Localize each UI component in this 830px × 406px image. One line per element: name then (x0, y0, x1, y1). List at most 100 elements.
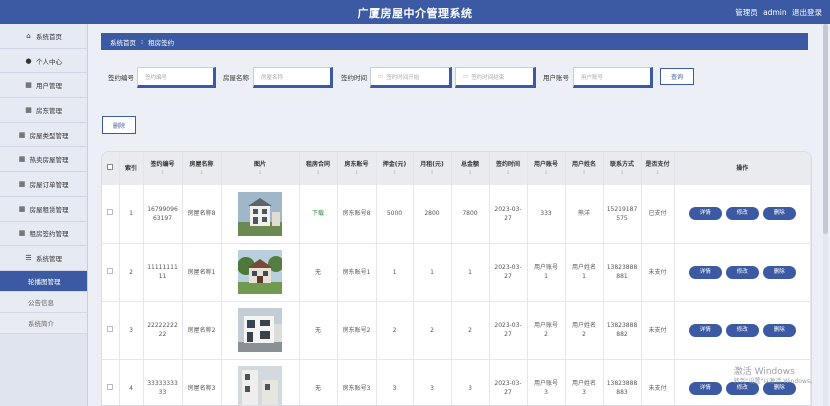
row-checkbox[interactable] (107, 383, 114, 390)
page-scrollbar[interactable] (823, 24, 828, 406)
table-row: 4 3333333333 房屋名称3 无 房东账号3 3 3 3 2023-03… (102, 359, 811, 405)
sidebar-item-personal[interactable]: ● 个人中心 (0, 48, 87, 74)
cell-contract-no: 3333333333 (143, 359, 183, 405)
col-header[interactable]: 房东账号 ↕ (337, 152, 377, 185)
sidebar-item-landlords[interactable]: ▦ 房东管理 (0, 98, 87, 123)
sort-icon: ↕ (543, 169, 549, 176)
cell-contract: 无 (299, 301, 338, 360)
sort-icon: ↕ (429, 169, 435, 176)
sign-time-start-input[interactable]: ▭ 签约时间开始 (370, 67, 452, 88)
delete-button[interactable]: 删除 (762, 265, 796, 279)
delete-button[interactable]: 删除 (762, 323, 796, 337)
col-header[interactable]: 联系方式 ↕ (603, 152, 642, 185)
grid-icon: ▦ (18, 204, 26, 213)
user-icon: ● (25, 56, 32, 65)
sidebar-item-contracts[interactable]: ▦ 租房签约管理 (0, 221, 87, 247)
sidebar-subitem-intro[interactable]: 系统简介 (0, 312, 87, 334)
edit-button[interactable]: 修改 (725, 207, 759, 221)
sidebar-item-hot-houses[interactable]: ▦ 热卖房屋管理 (0, 147, 87, 173)
cell-sign-time: 2023-03-27 (489, 301, 528, 360)
sidebar-item-system[interactable]: ☰ 系统管理 (0, 246, 87, 271)
search-button[interactable]: 查询 (660, 68, 694, 85)
sign-time-end-input[interactable]: ▭ 签约时间结束 (455, 67, 536, 88)
house-image[interactable] (238, 191, 282, 236)
cell-phone: 13823888882 (603, 301, 642, 360)
edit-button[interactable]: 修改 (725, 323, 759, 337)
col-header[interactable]: 用户姓名 ↕ (565, 152, 604, 185)
sidebar-subitem-label: 轮播图管理 (28, 277, 61, 286)
col-header[interactable]: 押金(元) ↕ (376, 152, 414, 185)
cell-user-name: 用户姓名3 (565, 359, 604, 405)
table-row: 3 2222222222 房屋名称2 无 房东账号2 2 2 2 2023-03… (102, 301, 811, 360)
calendar-icon: ▭ (463, 73, 469, 80)
col-header[interactable]: 是否支付 ↕ (641, 152, 675, 185)
cell-house-name: 房屋名称2 (182, 301, 222, 360)
col-header[interactable]: 签约时间 ↕ (489, 152, 528, 185)
edit-button[interactable]: 修改 (725, 265, 759, 279)
contract-no-input[interactable]: 签约编号 (137, 67, 216, 88)
select-all-checkbox[interactable] (102, 152, 120, 185)
table-row: 2 1111111111 房屋名称1 无 房东账号1 1 1 1 2023-03… (102, 243, 811, 302)
delete-button[interactable]: 删除 (762, 207, 796, 221)
sidebar-item-house-orders[interactable]: ▦ 房屋订单管理 (0, 172, 87, 197)
cell-actions: 详情 修改 删除 (674, 243, 811, 302)
cell-user-name: 熊洋 (565, 185, 604, 244)
menu-icon: ☰ (25, 254, 32, 263)
breadcrumb-separator: ⁝ (141, 37, 144, 46)
col-header[interactable]: 租房合同 ↕ (299, 152, 338, 185)
sort-icon: ↕ (619, 169, 625, 176)
sidebar-item-home[interactable]: ⌂ 系统首页 (0, 24, 87, 49)
logout-link[interactable]: 退出登录 (792, 8, 822, 17)
sidebar-item-label: 系统首页 (36, 32, 62, 41)
user-account-input[interactable]: 用户账号 (573, 67, 653, 88)
cell-index: 2 (119, 243, 144, 302)
house-image[interactable] (238, 250, 282, 294)
sort-icon: ↕ (315, 169, 321, 176)
cell-deposit: 5000 (376, 185, 414, 244)
house-image[interactable] (238, 308, 282, 352)
sidebar-item-users[interactable]: ▦ 用户管理 (0, 73, 87, 99)
sidebar-item-label: 房屋租赁管理 (29, 205, 69, 214)
row-checkbox[interactable] (107, 209, 114, 216)
breadcrumb-home[interactable]: 系统首页 (110, 37, 136, 47)
breadcrumb: 系统首页 ⁝ 租房签约 (101, 33, 808, 50)
sidebar-subitem-notices[interactable]: 公告信息 (0, 291, 87, 313)
house-image[interactable] (238, 366, 282, 405)
cell-contract-download[interactable]: 下载 (299, 185, 338, 244)
sidebar-item-house-types[interactable]: ▦ 房屋类型管理 (0, 122, 87, 148)
col-header[interactable]: 签约编号 ↕ (143, 152, 183, 185)
cell-contract-no: 1679909663197 (143, 185, 183, 244)
cell-rent: 2800 (413, 185, 452, 244)
house-name-placeholder: 房屋名称 (261, 74, 284, 81)
app-title: 广厦房屋中介管理系统 (357, 7, 473, 20)
cell-actions: 详情 修改 删除 (674, 185, 811, 244)
sort-icon: ↕ (160, 169, 165, 176)
col-header[interactable]: 房屋名称 ↕ (182, 152, 222, 185)
search-label-user-account: 用户账号 (543, 74, 569, 82)
col-header[interactable]: 图片 ↕ (221, 152, 300, 185)
col-header[interactable]: 用户账号 ↕ (527, 152, 566, 185)
detail-button[interactable]: 详情 (688, 207, 722, 221)
batch-delete-button[interactable]: 删除 (102, 116, 136, 134)
col-header[interactable]: 月租(元) ↕ (413, 152, 452, 185)
cell-image (221, 359, 300, 405)
sidebar-subitem-carousel[interactable]: 轮播图管理 (0, 270, 87, 292)
sidebar-item-house-rentals[interactable]: ▦ 房屋租赁管理 (0, 196, 87, 222)
data-table: 索引 签约编号 ↕ 房屋名称 ↕ 图片 ↕ 租房合同 ↕ 房东账号 ↕ 押金(元) ↕ 月租… (101, 151, 812, 406)
col-header[interactable]: 总金额 ↕ (451, 152, 490, 185)
row-checkbox[interactable] (107, 267, 114, 274)
house-name-input[interactable]: 房屋名称 (253, 67, 333, 88)
cell-contract: 无 (299, 243, 338, 302)
sort-icon: ↕ (199, 169, 204, 176)
cell-user-account: 333 (527, 185, 566, 244)
cell-user-account: 用户账号3 (527, 359, 566, 405)
detail-button[interactable]: 详情 (688, 265, 722, 279)
sidebar-item-label: 用户管理 (36, 82, 62, 91)
detail-button[interactable]: 详情 (688, 323, 722, 337)
col-header: 操作 (674, 152, 811, 185)
cell-user-account: 用户账号1 (527, 243, 566, 302)
scrollbar-thumb[interactable] (823, 24, 828, 234)
detail-button[interactable]: 详情 (688, 381, 722, 395)
sidebar-subitem-label: 系统简介 (28, 319, 54, 328)
row-checkbox[interactable] (107, 325, 114, 332)
